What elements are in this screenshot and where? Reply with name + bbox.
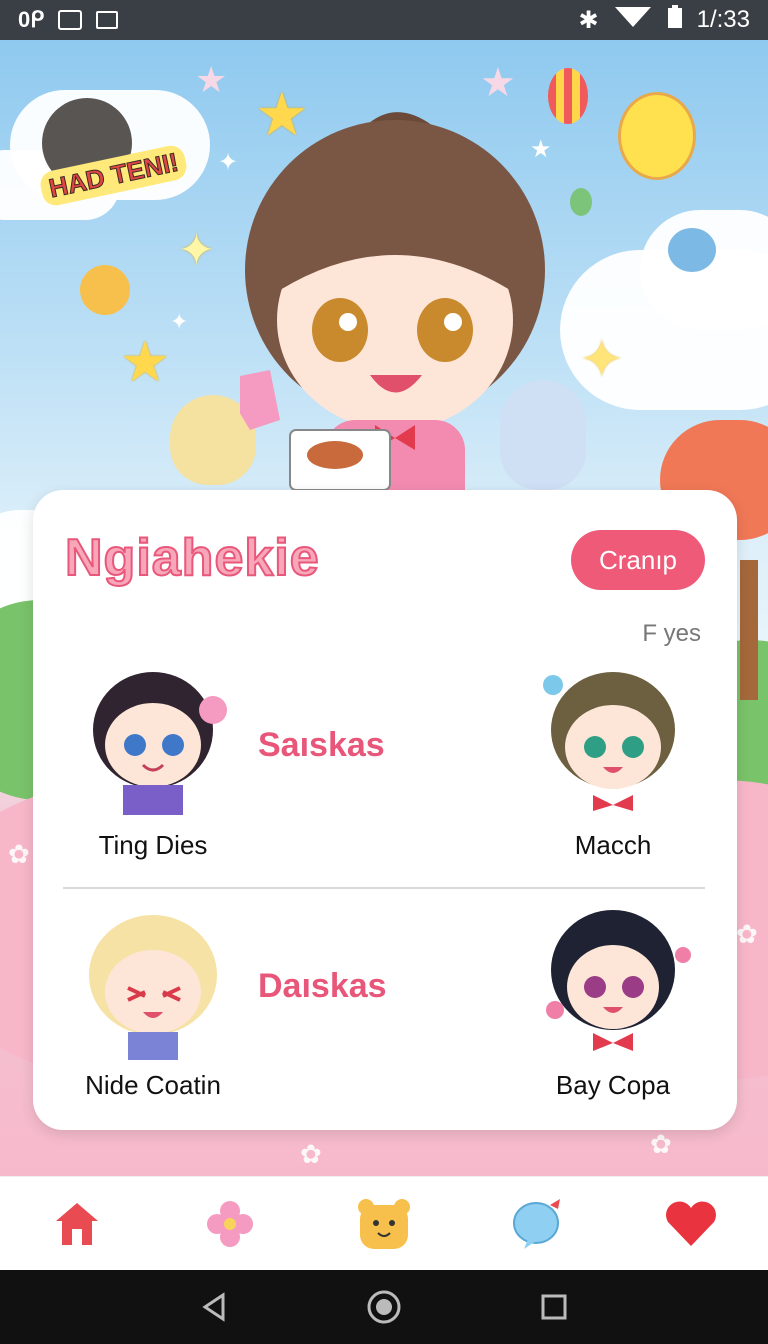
system-navigation-bar xyxy=(0,1270,768,1344)
notification-icon xyxy=(58,10,83,30)
small-bear-icon xyxy=(668,228,716,272)
character-card: Ngiahekie Cranıp F yes Ting Dies Saıskas… xyxy=(33,490,737,1130)
tree-trunk xyxy=(740,560,758,700)
petal-icon: ✿ xyxy=(8,840,30,870)
primary-action-button[interactable]: Cranıp xyxy=(571,530,705,590)
heart-icon xyxy=(666,1201,717,1246)
cloud xyxy=(640,210,768,330)
row-divider xyxy=(63,887,705,889)
petal-icon: ✿ xyxy=(736,920,758,950)
avatar xyxy=(543,672,675,811)
bear-icon xyxy=(357,1199,410,1249)
bottom-navigation xyxy=(0,1176,768,1271)
nav-home[interactable] xyxy=(37,1184,117,1264)
card-title: Ngiahekie xyxy=(64,528,320,588)
nav-bear[interactable] xyxy=(344,1184,424,1264)
clipboard-icon xyxy=(96,11,119,29)
character-name: Ting Dies xyxy=(98,830,208,860)
clock: 1/:33 xyxy=(696,6,750,33)
home-icon xyxy=(55,1203,98,1245)
sparkle-icon: ✦ xyxy=(170,310,189,335)
nav-flower[interactable] xyxy=(190,1184,270,1264)
hot-air-balloon-icon xyxy=(548,68,588,124)
status-bar: 0ᑭ ✱ 1/:33 xyxy=(0,0,768,40)
nav-favorites[interactable] xyxy=(651,1184,731,1264)
back-icon[interactable] xyxy=(199,1292,229,1322)
sparkle-icon: ✦ xyxy=(580,330,624,390)
small-bear-icon xyxy=(80,265,130,315)
petal-icon: ✿ xyxy=(650,1130,672,1160)
bluetooth-icon: ✱ xyxy=(578,6,599,34)
character-name: Bay Copa xyxy=(555,1070,671,1100)
petal-icon: ✿ xyxy=(300,1140,322,1170)
battery-icon xyxy=(667,4,683,36)
status-right: ✱ 1/:33 xyxy=(578,4,750,36)
character-tag: Saıskas xyxy=(258,726,385,764)
status-left-icons: 0ᑭ xyxy=(18,7,119,33)
character-tag: Daıskas xyxy=(258,967,387,1005)
home-button-icon[interactable] xyxy=(366,1289,402,1325)
nav-chat[interactable] xyxy=(498,1184,578,1264)
balloon-icon xyxy=(570,188,592,216)
avatar xyxy=(93,672,227,815)
character-name: Macch xyxy=(574,830,652,860)
recents-icon[interactable] xyxy=(539,1292,569,1322)
flower-icon xyxy=(207,1201,254,1247)
wifi-icon xyxy=(613,5,653,36)
sparkle-icon: ★ xyxy=(195,60,228,101)
status-left-text: 0ᑭ xyxy=(18,7,45,32)
filter-label[interactable]: F yes xyxy=(642,620,701,648)
sparkle-icon: ✦ xyxy=(178,225,215,276)
balloon-icon xyxy=(618,92,696,180)
star-icon: ★ xyxy=(120,330,171,395)
character-name: Nide Coatin xyxy=(85,1070,221,1100)
avatar xyxy=(89,915,217,1060)
main-character-illustration xyxy=(240,112,545,540)
sparkle-icon: ✦ xyxy=(218,148,239,176)
avatar xyxy=(546,910,691,1051)
chat-bubble-icon xyxy=(512,1199,560,1249)
